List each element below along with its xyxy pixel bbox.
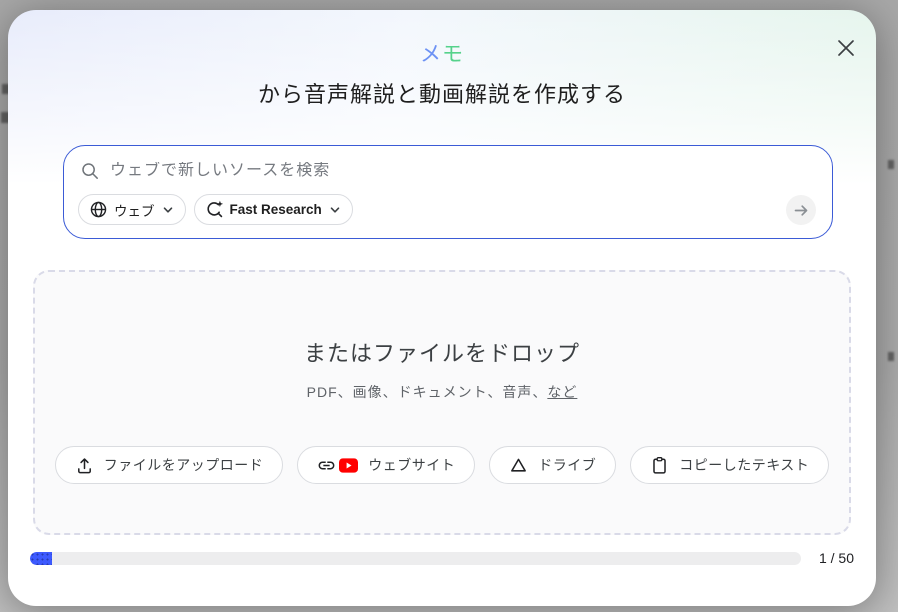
research-mode-chip[interactable]: Fast Research [193,194,353,225]
notebook-title: メモ [8,38,876,68]
dialog-header: メモ から音声解説と動画解説を作成する [8,10,876,109]
upload-icon [75,456,94,475]
clipboard-icon [650,456,669,475]
add-source-dialog: メモ から音声解説と動画解説を作成する ウェブで新しいソースを検索 ウェブ Fa… [8,10,876,606]
source-filter-chip[interactable]: ウェブ [78,194,186,225]
close-button[interactable] [828,30,864,66]
upload-file-label: ファイルをアップロード [103,457,264,473]
research-mode-label: Fast Research [229,202,322,217]
file-dropzone[interactable]: またはファイルをドロップ PDF、画像、ドキュメント、音声、など ファイルをアッ… [33,270,851,535]
background-page-fragment [888,352,894,361]
chevron-down-icon [328,203,342,217]
more-formats-link[interactable]: など [547,384,577,400]
source-filter-label: ウェブ [114,203,155,219]
drive-icon [509,456,528,475]
background-page-fragment [888,160,894,169]
youtube-icon [339,457,359,473]
source-limit-progress: 1 / 50 [30,550,854,566]
link-icon [317,456,336,475]
website-button[interactable]: ウェブサイト [297,446,476,484]
copied-text-label: コピーしたテキスト [679,457,810,473]
search-icon [80,161,100,181]
supported-formats-text: PDF、画像、ドキュメント、音声、 [306,384,548,400]
drive-label: ドライブ [538,457,597,473]
dropzone-heading: またはファイルをドロップ [303,341,580,366]
progress-label: 1 / 50 [818,550,854,566]
source-buttons-row: ファイルをアップロード ウェブサイト ドライブ コピーしたテキスト [35,446,849,484]
arrow-right-icon [793,202,810,219]
search-input[interactable] [110,162,814,180]
notebook-title-char-1: メ [420,43,442,66]
copied-text-button[interactable]: コピーしたテキスト [630,446,830,484]
chevron-down-icon [161,203,175,217]
progress-track [30,551,801,565]
submit-search-button[interactable] [786,195,816,225]
drive-button[interactable]: ドライブ [489,446,617,484]
globe-icon [89,200,108,219]
dialog-title: から音声解説と動画解説を作成する [257,82,626,107]
notebook-title-char-2: モ [442,43,464,66]
upload-file-button[interactable]: ファイルをアップロード [54,446,284,484]
dropzone-subtext: PDF、画像、ドキュメント、音声、など [35,382,849,402]
research-sparkle-icon [205,200,224,219]
progress-fill [30,551,52,565]
website-label: ウェブサイト [368,457,456,473]
web-search-card: ウェブ Fast Research [63,145,833,239]
close-icon [837,39,855,57]
